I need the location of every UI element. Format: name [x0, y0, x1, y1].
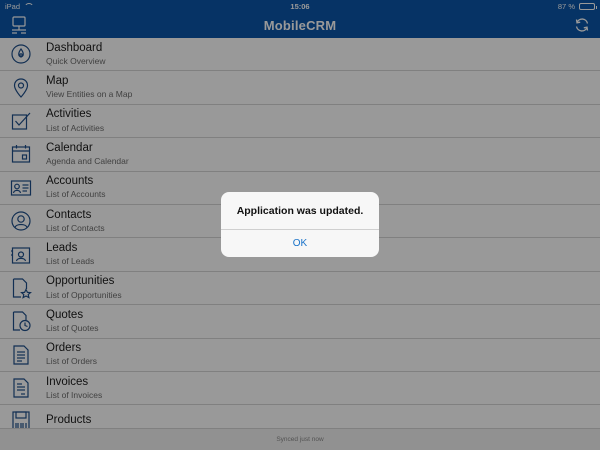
- alert-dialog: Application was updated. OK: [221, 192, 379, 257]
- ok-button[interactable]: OK: [221, 230, 379, 257]
- alert-message: Application was updated.: [221, 192, 379, 230]
